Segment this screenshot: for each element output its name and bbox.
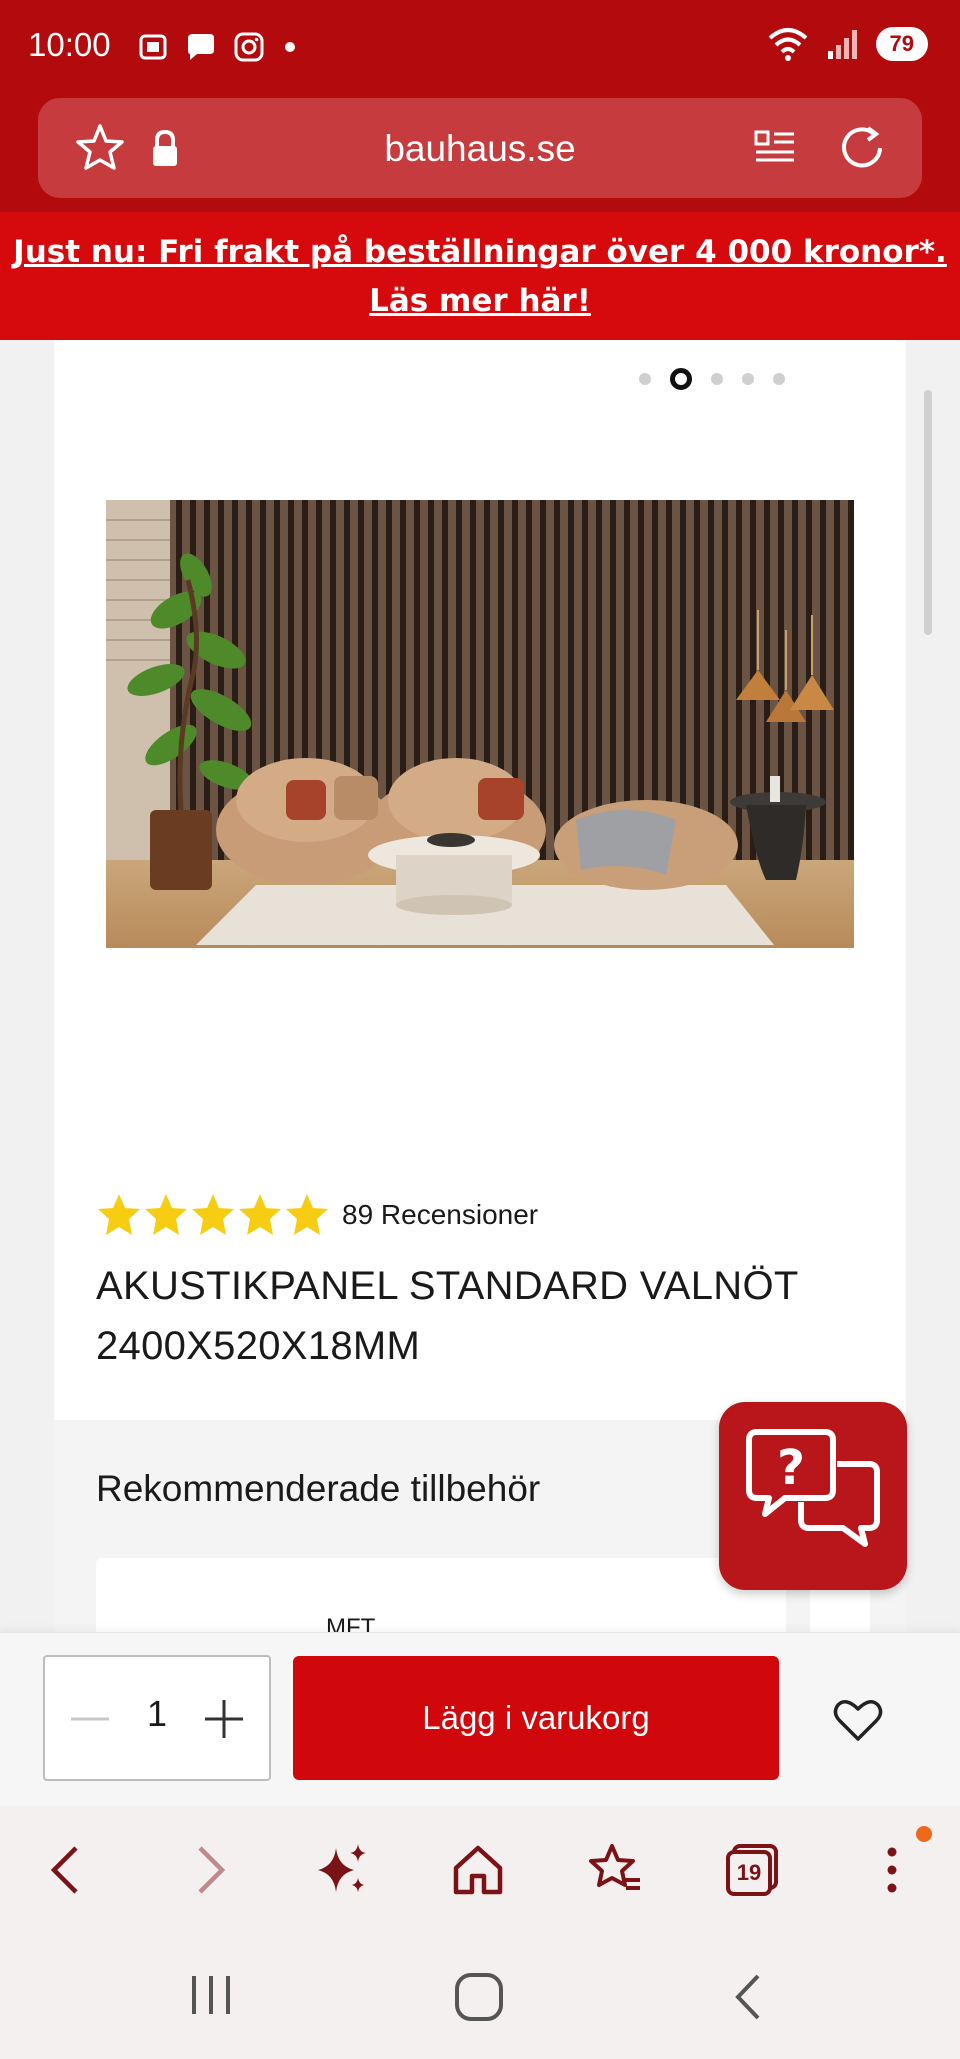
dot-icon xyxy=(285,42,295,52)
product-card: 89 Recensioner AKUSTIKPANEL STANDARD VAL… xyxy=(54,340,906,1420)
promo-banner[interactable]: Just nu: Fri frakt på beställningar över… xyxy=(0,212,960,340)
screenshot-icon xyxy=(139,34,167,60)
review-count[interactable]: 89 Recensioner xyxy=(342,1199,538,1231)
more-icon[interactable] xyxy=(862,1840,922,1900)
quantity-value[interactable]: 1 xyxy=(135,1693,179,1735)
system-nav-bar xyxy=(0,1928,960,2059)
carousel-dot[interactable] xyxy=(711,373,723,385)
tabs-button[interactable]: 19 xyxy=(722,1840,782,1900)
chat-bubble-icon xyxy=(188,34,214,60)
carousel-dots[interactable] xyxy=(639,368,785,390)
add-to-cart-bar: 1 Lägg i varukorg xyxy=(0,1632,960,1806)
quantity-stepper: 1 xyxy=(43,1655,271,1781)
product-rating[interactable]: 89 Recensioner xyxy=(96,1192,538,1238)
wifi-icon xyxy=(768,28,807,61)
svg-text:?: ? xyxy=(777,1440,805,1496)
add-to-cart-button[interactable]: Lägg i varukorg xyxy=(293,1656,779,1780)
rating-stars xyxy=(96,1192,330,1238)
plus-icon[interactable] xyxy=(199,1697,249,1741)
recent-apps-icon[interactable] xyxy=(186,1970,236,2020)
star-filled-icon xyxy=(145,1194,187,1235)
status-icons-left xyxy=(136,30,300,64)
living-room-illustration xyxy=(106,500,854,948)
chat-question-icon: ? xyxy=(746,1429,880,1547)
star-filled-icon xyxy=(98,1194,140,1235)
star-filled-icon xyxy=(286,1194,328,1235)
product-image[interactable] xyxy=(106,500,854,948)
forward-icon[interactable] xyxy=(178,1840,238,1900)
signal-icon xyxy=(827,30,857,59)
notification-dot xyxy=(916,1826,932,1842)
instagram-icon xyxy=(234,32,264,62)
carousel-dot[interactable] xyxy=(742,373,754,385)
bookmarks-icon[interactable] xyxy=(584,1840,644,1900)
address-bar[interactable]: bauhaus.se xyxy=(38,98,922,198)
status-time: 10:00 xyxy=(28,26,111,63)
reload-icon[interactable] xyxy=(834,120,890,176)
status-bar: 10:00 79 xyxy=(0,0,960,92)
carousel-dot[interactable] xyxy=(773,373,785,385)
browser-nav-bar: 19 xyxy=(0,1806,960,1928)
system-back-icon[interactable] xyxy=(728,1970,768,2024)
scrollbar[interactable] xyxy=(924,390,932,635)
sparkle-icon[interactable] xyxy=(312,1840,372,1900)
promo-banner-link[interactable]: Just nu: Fri frakt på beställningar över… xyxy=(13,234,947,319)
chat-help-button[interactable]: ? xyxy=(719,1402,907,1590)
status-icons-right: 79 xyxy=(766,26,928,62)
product-title: AKUSTIKPANEL STANDARD VALNÖT 2400X520X18… xyxy=(96,1264,798,1368)
home-icon[interactable] xyxy=(448,1840,508,1900)
carousel-dot[interactable] xyxy=(639,373,651,385)
reader-icon[interactable] xyxy=(750,120,800,176)
star-filled-icon xyxy=(192,1194,234,1235)
heart-icon[interactable] xyxy=(830,1691,886,1747)
minus-icon[interactable] xyxy=(65,1697,115,1741)
carousel-dot-active[interactable] xyxy=(670,368,692,390)
star-filled-icon xyxy=(239,1194,281,1235)
browser-toolbar: bauhaus.se xyxy=(0,92,960,212)
tabs-count: 19 xyxy=(736,1860,762,1885)
battery-indicator: 79 xyxy=(875,27,928,61)
home-button-icon[interactable] xyxy=(452,1970,506,2024)
back-icon[interactable] xyxy=(38,1840,98,1900)
recommended-title: Rekommenderade tillbehör xyxy=(96,1468,541,1509)
